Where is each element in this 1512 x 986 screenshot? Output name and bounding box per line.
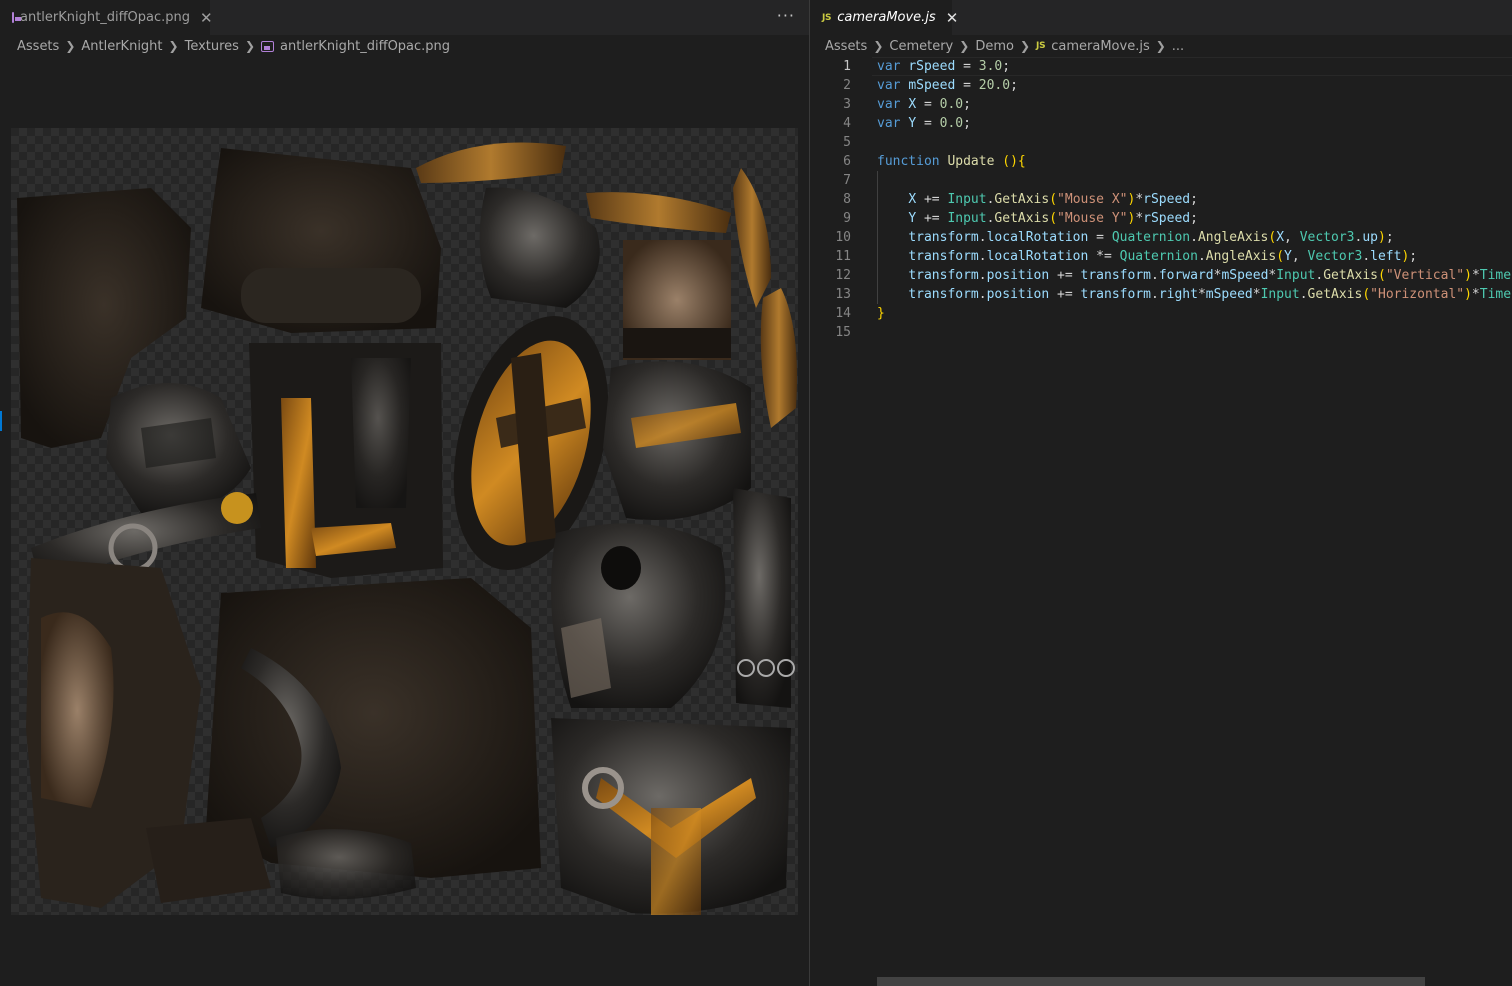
js-file-icon: JS [1036, 41, 1046, 51]
line-number: 3 [843, 97, 851, 112]
code-line[interactable]: 10 transform.localRotation = Quaternion.… [810, 228, 1512, 247]
line-number: 9 [843, 211, 851, 226]
code-line[interactable]: 15 [810, 323, 1512, 342]
code-line[interactable]: 1 var rSpeed = 3.0; [810, 57, 1512, 76]
code-text: X += Input.GetAxis("Mouse X")*rSpeed; [908, 192, 1198, 207]
code-text: transform.localRotation *= Quaternion.An… [908, 249, 1418, 264]
code-line[interactable]: 8 X += Input.GetAxis("Mouse X")*rSpeed; [810, 190, 1512, 209]
close-icon[interactable]: ✕ [200, 9, 213, 27]
code-text: } [877, 306, 885, 321]
focus-indicator [0, 411, 2, 431]
code-line[interactable]: 2 var mSpeed = 20.0; [810, 76, 1512, 95]
line-number: 2 [843, 78, 851, 93]
line-number: 12 [835, 268, 851, 283]
image-file-icon [261, 40, 275, 52]
tab-label: antlerKnight_diffOpac.png [20, 10, 191, 25]
code-text: var Y = 0.0; [877, 116, 971, 131]
line-number: 1 [843, 59, 851, 74]
breadcrumb-item[interactable]: ... [1172, 39, 1184, 54]
chevron-right-icon: ❯ [873, 39, 884, 53]
code-text: Y += Input.GetAxis("Mouse Y")*rSpeed; [908, 211, 1198, 226]
tab-cameramove-js[interactable]: JS cameraMove.js ✕ [810, 0, 958, 35]
right-tab-bar: JS cameraMove.js ✕ [810, 0, 1512, 35]
breadcrumb-item[interactable]: Textures [185, 39, 239, 54]
line-number: 8 [843, 192, 851, 207]
breadcrumb-item[interactable]: AntlerKnight [81, 39, 162, 54]
js-file-icon: JS [822, 12, 832, 23]
code-text: transform.position += transform.forward*… [908, 268, 1512, 283]
texture-image-preview[interactable] [11, 128, 798, 915]
breadcrumb-item[interactable]: Assets [17, 39, 59, 54]
code-text: var rSpeed = 3.0; [877, 59, 1011, 74]
breadcrumb-item[interactable]: Assets [825, 39, 867, 54]
code-text: var X = 0.0; [877, 97, 971, 112]
code-line[interactable]: 6 function Update (){ [810, 152, 1512, 171]
line-number: 4 [843, 116, 851, 131]
code-line[interactable]: 5 [810, 133, 1512, 152]
code-text: var mSpeed = 20.0; [877, 78, 1018, 93]
breadcrumb-item[interactable]: Demo [975, 39, 1014, 54]
chevron-right-icon: ❯ [65, 39, 76, 53]
breadcrumb-item[interactable]: cameraMove.js [1051, 39, 1149, 54]
code-line[interactable]: 12 transform.position += transform.forwa… [810, 266, 1512, 285]
tab-antlerknight-texture[interactable]: antlerKnight_diffOpac.png ✕ [0, 0, 213, 35]
more-actions-icon[interactable]: ··· [777, 6, 795, 25]
code-line[interactable]: 7 [810, 171, 1512, 190]
image-editor-pane: antlerKnight_diffOpac.png ✕ ··· Assets ❯… [0, 0, 809, 986]
tab-label: cameraMove.js [837, 10, 936, 25]
code-line[interactable]: 3 var X = 0.0; [810, 95, 1512, 114]
horizontal-scrollbar[interactable] [877, 977, 1425, 986]
chevron-right-icon: ❯ [168, 39, 179, 53]
line-number: 10 [835, 230, 851, 245]
texture-atlas-image [17, 142, 797, 915]
chevron-right-icon: ❯ [1019, 39, 1031, 53]
code-line[interactable]: 13 transform.position += transform.right… [810, 285, 1512, 304]
chevron-right-icon: ❯ [1155, 39, 1166, 53]
code-text: transform.localRotation = Quaternion.Ang… [908, 230, 1394, 245]
line-number: 6 [843, 154, 851, 169]
code-editor-pane: JS cameraMove.js ✕ Assets ❯ Cemetery ❯ D… [810, 0, 1512, 986]
line-number: 13 [835, 287, 851, 302]
image-file-icon [12, 12, 21, 23]
code-text: function Update (){ [877, 154, 1026, 169]
breadcrumb-item[interactable]: antlerKnight_diffOpac.png [280, 39, 450, 54]
code-line[interactable]: 9 Y += Input.GetAxis("Mouse Y")*rSpeed; [810, 209, 1512, 228]
code-text: transform.position += transform.right*mS… [908, 287, 1512, 302]
code-line[interactable]: 11 transform.localRotation *= Quaternion… [810, 247, 1512, 266]
chevron-right-icon: ❯ [959, 39, 970, 53]
line-number: 5 [843, 135, 851, 150]
line-number: 11 [835, 249, 851, 264]
chevron-right-icon: ❯ [244, 39, 256, 53]
line-number: 15 [835, 325, 851, 340]
line-number: 7 [843, 173, 851, 188]
left-tab-bar: antlerKnight_diffOpac.png ✕ ··· [0, 0, 809, 35]
code-editor[interactable]: 1 var rSpeed = 3.0; 2 var mSpeed = 20.0; 3 va… [810, 57, 1512, 986]
code-line[interactable]: 4 var Y = 0.0; [810, 114, 1512, 133]
breadcrumb: Assets ❯ Cemetery ❯ Demo ❯ JS cameraMove… [810, 35, 1512, 57]
breadcrumb: Assets ❯ AntlerKnight ❯ Textures ❯ antle… [0, 35, 809, 57]
line-number: 14 [835, 306, 851, 321]
breadcrumb-item[interactable]: Cemetery [889, 39, 953, 54]
code-line[interactable]: 14} [810, 304, 1512, 323]
close-icon[interactable]: ✕ [946, 9, 959, 27]
